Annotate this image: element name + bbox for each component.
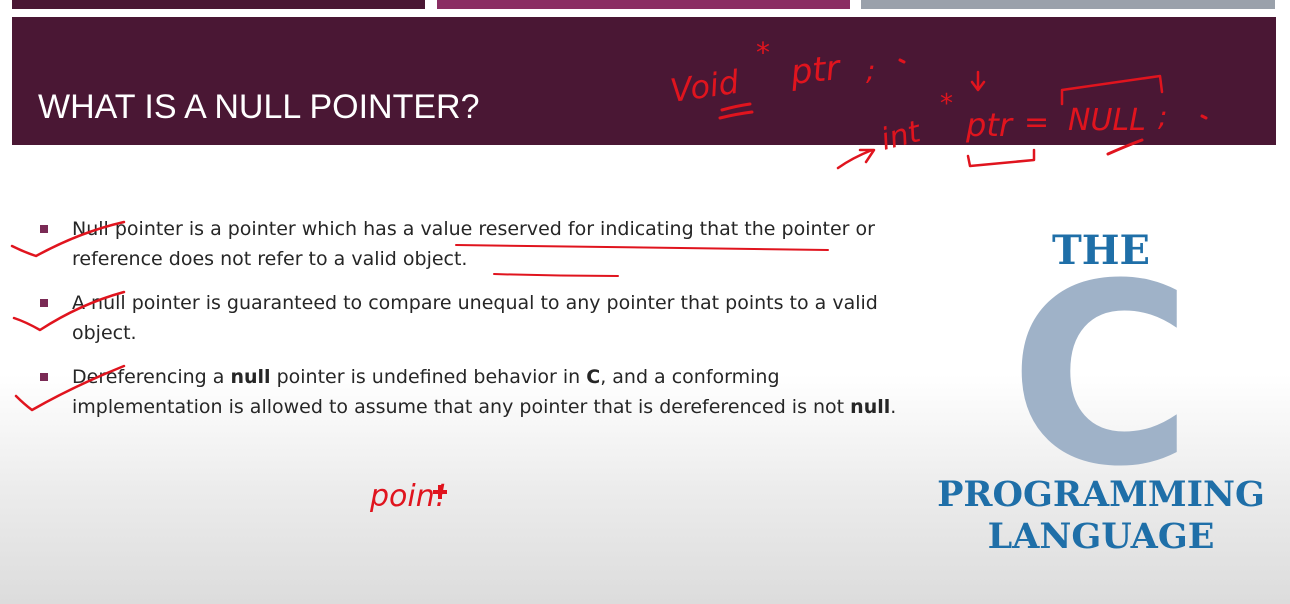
pen-cursor-horizontal [433,490,447,494]
bullet-text-run: A null pointer is guaranteed to compare … [72,292,878,344]
bullet-text-run: Dereferencing a [72,366,231,388]
bullet-item-3: Dereferencing a null pointer is undefine… [40,362,920,422]
bullet-text-run: . [890,396,897,418]
logo-programming: PROGRAMMING [937,474,1265,515]
top-strip-gray [861,0,1275,9]
top-strip-magenta [437,0,850,9]
slide-title: WHAT IS A NULL POINTER? [38,88,480,126]
logo-language: LANGUAGE [987,516,1215,557]
bullet-list: Null pointer is a pointer which has a va… [40,214,920,422]
c-programming-logo: THE C PROGRAMMING LANGUAGE [926,226,1276,566]
bullet-bold-term: C [586,366,601,388]
ink-bracket-ptr [966,148,1036,168]
title-bar: WHAT IS A NULL POINTER? [12,17,1276,145]
ink-arrow-int [836,148,876,170]
bullet-text-run: Null pointer is a pointer which has a va… [72,218,875,270]
bullet-item-1: Null pointer is a pointer which has a va… [40,214,920,274]
logo-letter-c: C [1009,230,1193,521]
bullet-bold-term: null [850,396,891,418]
top-strip-dark [12,0,425,9]
bullet-text: Dereferencing a null pointer is undefine… [72,366,896,418]
bullet-marker [40,225,48,233]
bullet-text: A null pointer is guaranteed to compare … [72,292,878,344]
bullet-marker [40,299,48,307]
bullet-item-2: A null pointer is guaranteed to compare … [40,288,920,348]
bullet-text: Null pointer is a pointer which has a va… [72,218,875,270]
pen-cursor-icon [433,485,447,499]
bullet-text-run: pointer is undefined behavior in [270,366,587,388]
bullet-marker [40,373,48,381]
bullet-bold-term: null [230,366,271,388]
